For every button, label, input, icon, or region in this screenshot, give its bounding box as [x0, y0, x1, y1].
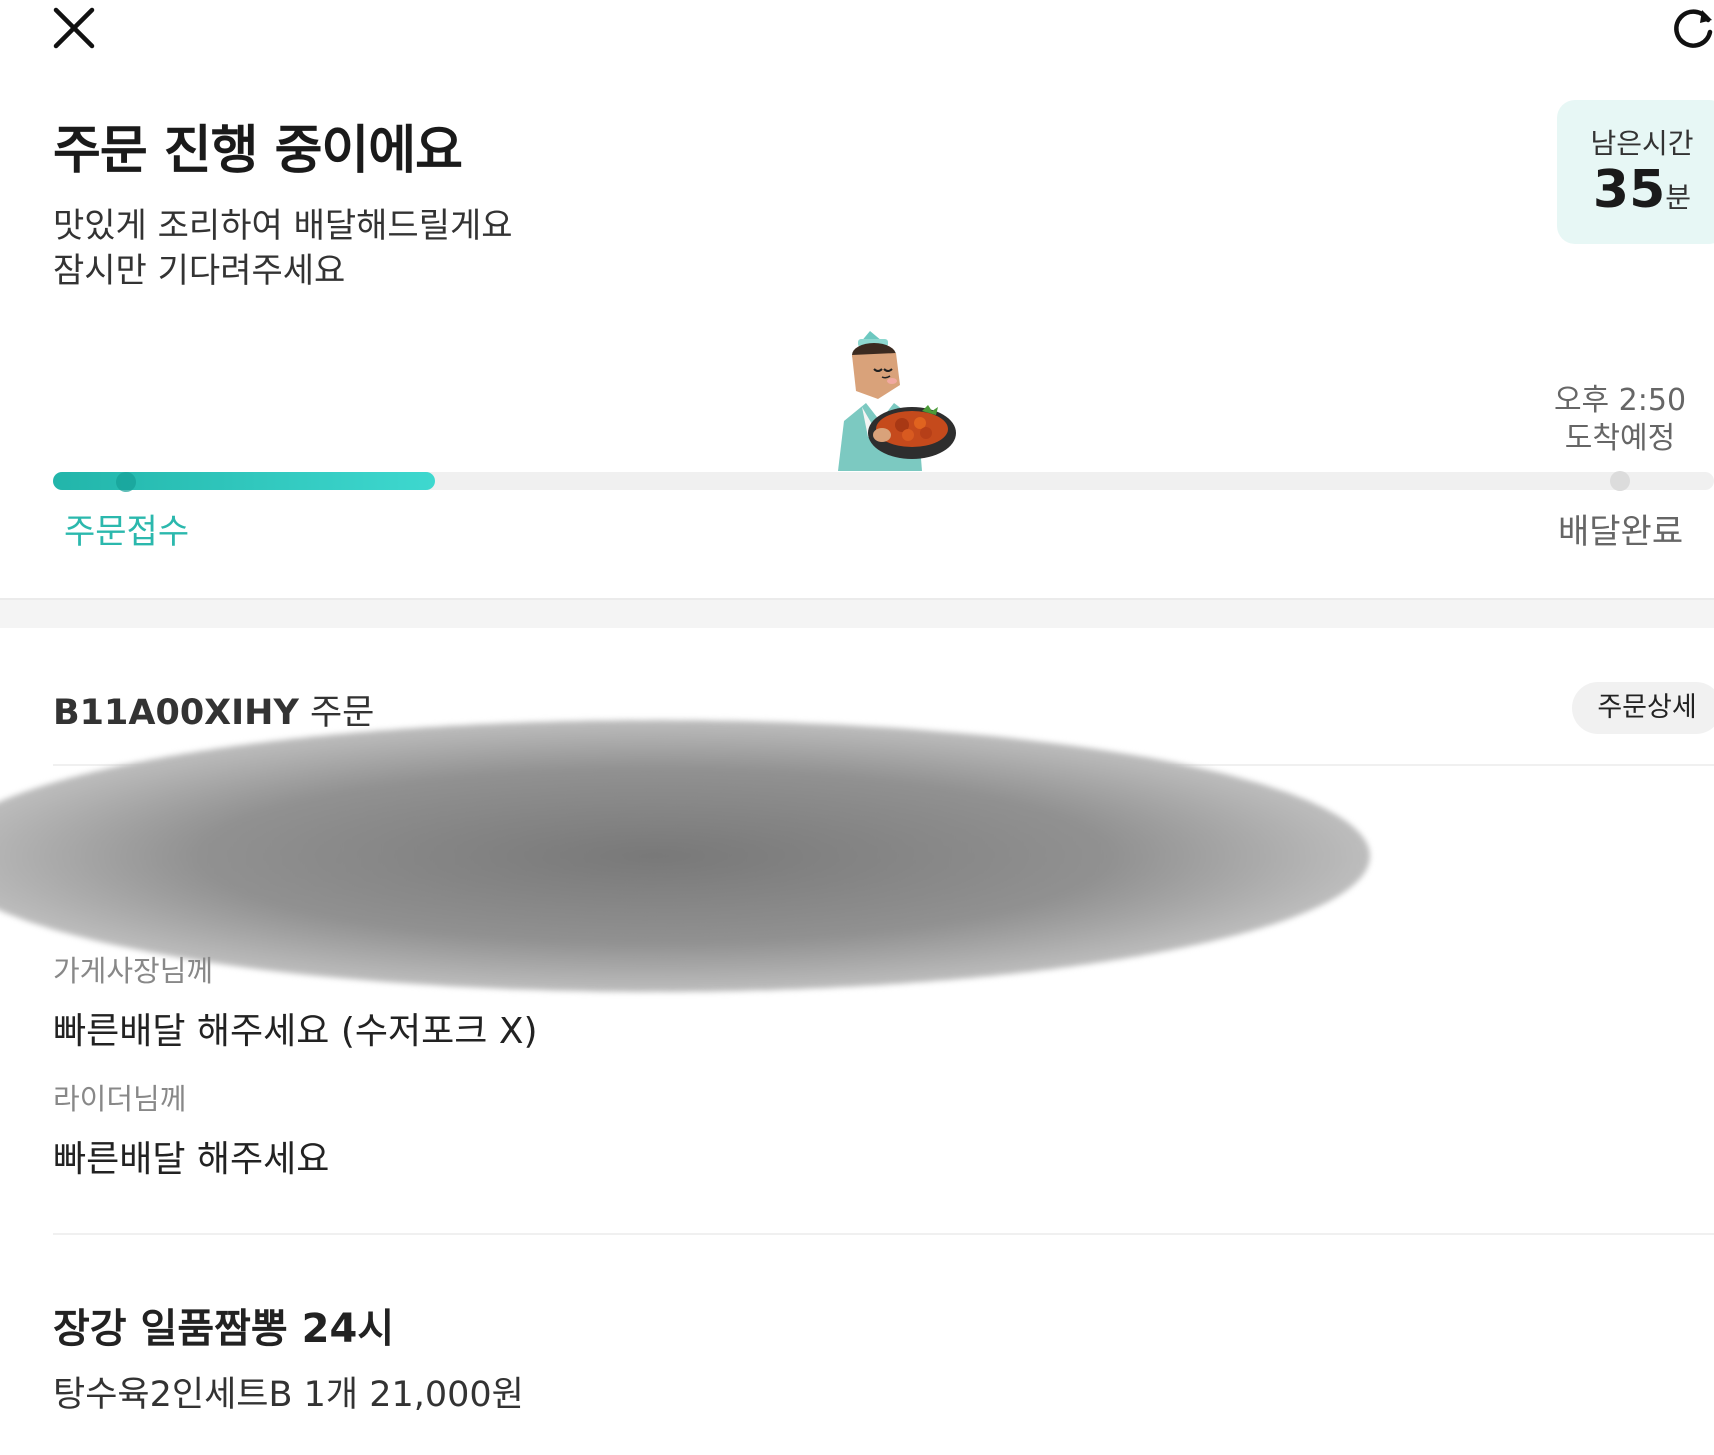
- progress-start-dot: [116, 472, 136, 492]
- order-id: B11A00XIHY: [53, 693, 299, 733]
- to-rider-label: 라이더님께: [53, 1082, 187, 1116]
- store-name: 장강 일품짬뽕 24시: [53, 1306, 395, 1352]
- remaining-time-number: 35: [1592, 160, 1666, 220]
- page-title: 주문 진행 중이에요: [53, 121, 463, 181]
- to-rider-message: 빠른배달 해주세요: [53, 1139, 330, 1180]
- close-button[interactable]: [52, 6, 96, 50]
- subtitle-line-2: 잠시만 기다려주세요: [53, 251, 346, 291]
- order-item: 탕수육2인세트B 1개 21,000원: [53, 1375, 524, 1415]
- progress-end-dot: [1610, 471, 1630, 491]
- progress-track: [53, 472, 1714, 490]
- progress-fill: [53, 472, 436, 490]
- to-store-label: 가게사장님께: [53, 954, 214, 988]
- close-icon: [53, 7, 95, 49]
- step-delivery-complete: 배달완료: [1558, 512, 1684, 552]
- remaining-time-label: 남은시간: [1590, 127, 1694, 160]
- subtitle-line-1: 맛있게 조리하여 배달해드릴게요: [53, 206, 513, 246]
- page-subtitle: 맛있게 조리하여 배달해드릴게요 잠시만 기다려주세요: [53, 204, 513, 294]
- eta-label: 도착예정: [1564, 421, 1676, 456]
- refresh-icon: [1674, 9, 1713, 48]
- order-detail-button[interactable]: 주문상세: [1572, 682, 1714, 734]
- remaining-time-badge: 남은시간 35분: [1557, 100, 1714, 244]
- eta-time: 오후 2:50: [1553, 383, 1687, 418]
- step-order-received: 주문접수: [64, 512, 190, 552]
- to-store-message: 빠른배달 해주세요 (수저포크 X): [53, 1011, 538, 1052]
- order-suffix: 주문: [309, 693, 375, 733]
- divider: [53, 1233, 1714, 1235]
- chef-character-icon: [838, 331, 956, 471]
- refresh-button[interactable]: [1672, 6, 1714, 50]
- order-number: B11A00XIHY 주문: [53, 684, 374, 735]
- remaining-time-value: 35분: [1557, 160, 1714, 220]
- eta-info: 오후 2:50 도착예정: [1540, 382, 1700, 458]
- section-divider: [0, 598, 1714, 628]
- remaining-time-unit: 분: [1665, 181, 1692, 214]
- order-status-page: 주문 진행 중이에요 맛있게 조리하여 배달해드릴게요 잠시만 기다려주세요 남…: [0, 0, 1714, 1455]
